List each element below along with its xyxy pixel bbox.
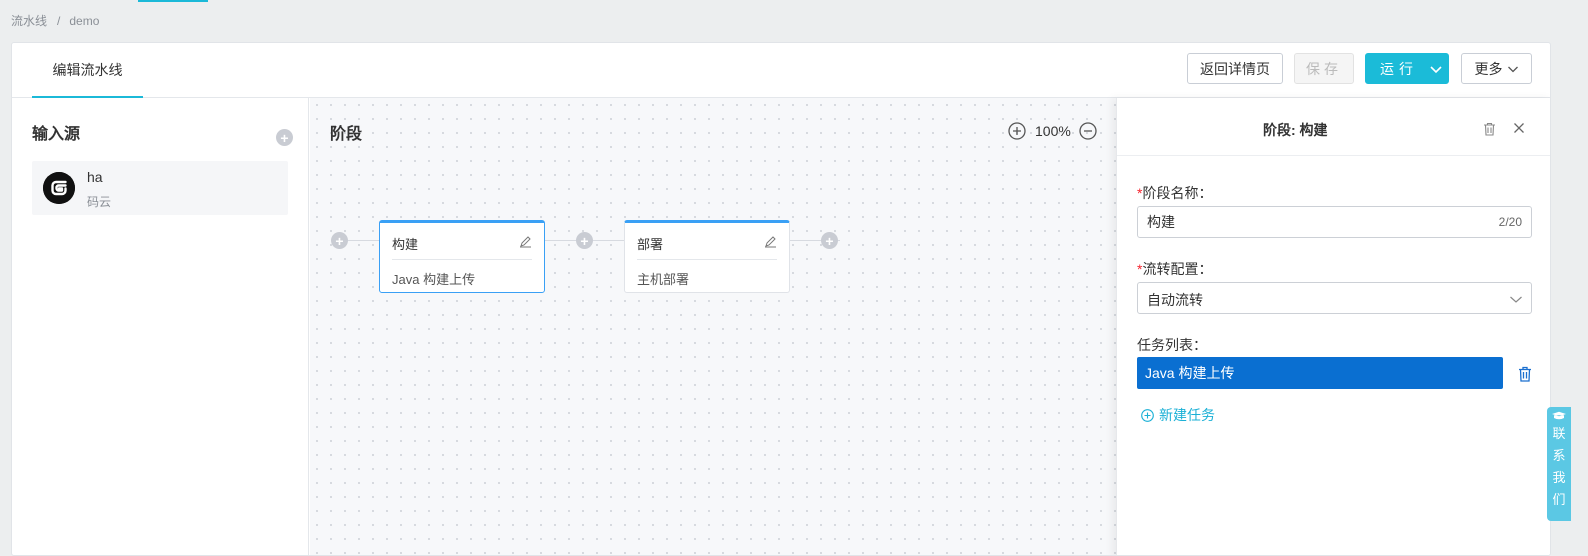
contact-char: 系 (1552, 448, 1566, 463)
zoom-out-icon[interactable] (1079, 122, 1097, 140)
gitee-logo-icon (43, 172, 75, 204)
run-dropdown-chevron-icon[interactable] (1422, 54, 1450, 83)
run-button[interactable]: 运行 (1365, 53, 1449, 84)
stage-card-deploy[interactable]: 部署 主机部署 (624, 220, 790, 293)
run-button-label: 运行 (1380, 60, 1418, 77)
breadcrumb-root-link[interactable]: 流水线 (11, 14, 47, 28)
flow-config-select[interactable]: 自动流转 (1137, 282, 1532, 314)
stage-name-input[interactable] (1138, 207, 1478, 237)
source-type: 码云 (87, 195, 112, 209)
stage-canvas[interactable]: 阶段 100% + + + 构建 Java 构建上传 部署 主机部署 (310, 98, 1116, 555)
save-button[interactable]: 保存 (1294, 53, 1354, 84)
chevron-down-icon (1507, 63, 1519, 75)
flow-config-label: *流转配置： (1137, 259, 1212, 279)
contact-us-float-button[interactable]: 联 系 我 们 (1547, 407, 1571, 521)
edit-pencil-icon[interactable] (764, 235, 777, 248)
new-task-label: 新建任务 (1159, 407, 1215, 423)
flow-config-label-text: 流转配置： (1142, 261, 1213, 277)
breadcrumb-separator: / (57, 14, 61, 28)
tab-edit-pipeline[interactable]: 编辑流水线 (32, 43, 143, 98)
add-stage-before-plus-icon[interactable]: + (331, 232, 348, 249)
zoom-in-icon[interactable] (1008, 122, 1026, 140)
zoom-control: 100% (1008, 122, 1097, 140)
task-list-item[interactable]: Java 构建上传 (1137, 357, 1503, 389)
input-source-title: 输入源 (32, 126, 81, 143)
more-button-label: 更多 (1474, 60, 1503, 77)
stage-name-field[interactable]: 2/20 (1137, 206, 1532, 238)
stage-task[interactable]: 主机部署 (637, 269, 689, 288)
stage-divider (392, 259, 532, 260)
chat-icon (1552, 411, 1566, 420)
add-circle-icon (1141, 408, 1154, 422)
close-icon[interactable] (1513, 122, 1525, 134)
contact-char: 联 (1552, 426, 1566, 441)
zoom-level: 100% (1035, 123, 1071, 139)
delete-task-trash-icon[interactable] (1518, 366, 1532, 382)
stage-name-label-text: 阶段名称： (1142, 185, 1213, 201)
panel-header: 阶段: 构建 (1117, 98, 1550, 156)
more-button[interactable]: 更多 (1461, 53, 1532, 84)
stage-section-title: 阶段 (330, 126, 363, 143)
source-item[interactable]: ha 码云 (32, 161, 288, 215)
source-name: ha (87, 169, 103, 185)
char-count: 2/20 (1498, 215, 1522, 229)
top-nav-active-indicator (138, 0, 208, 2)
edit-pencil-icon[interactable] (519, 235, 532, 248)
back-to-detail-button[interactable]: 返回详情页 (1187, 53, 1283, 84)
panel-title: 阶段: 构建 (1263, 122, 1328, 138)
breadcrumb: 流水线 / demo (11, 12, 99, 29)
stage-task[interactable]: Java 构建上传 (392, 269, 475, 288)
contact-char: 们 (1552, 492, 1566, 507)
stage-card-build[interactable]: 构建 Java 构建上传 (379, 220, 545, 293)
new-task-button[interactable]: 新建任务 (1141, 405, 1215, 425)
stage-name-label: *阶段名称： (1137, 183, 1212, 203)
stage-name: 构建 (392, 237, 419, 252)
stage-name: 部署 (637, 237, 664, 252)
delete-stage-trash-icon[interactable] (1483, 122, 1496, 136)
chevron-down-icon (1509, 292, 1523, 306)
editor-header: 编辑流水线 返回详情页 保存 运行 更多 (12, 43, 1550, 98)
stage-divider (637, 259, 777, 260)
breadcrumb-current: demo (69, 14, 100, 28)
stage-config-panel: 阶段: 构建 *阶段名称： 2/20 *流转配置： 自动流转 任务列表： Jav… (1116, 98, 1550, 555)
task-list-label: 任务列表： (1137, 337, 1207, 353)
contact-char: 我 (1552, 470, 1566, 485)
add-stage-after-plus-icon[interactable]: + (821, 232, 838, 249)
add-stage-between-plus-icon[interactable]: + (576, 232, 593, 249)
flow-config-value: 自动流转 (1147, 292, 1203, 308)
pipeline-editor-card: 编辑流水线 返回详情页 保存 运行 更多 输入源 + ha 码云 阶段 100%… (11, 42, 1551, 556)
add-source-plus-icon[interactable]: + (276, 129, 293, 146)
input-source-column: 输入源 + ha 码云 (12, 98, 309, 555)
